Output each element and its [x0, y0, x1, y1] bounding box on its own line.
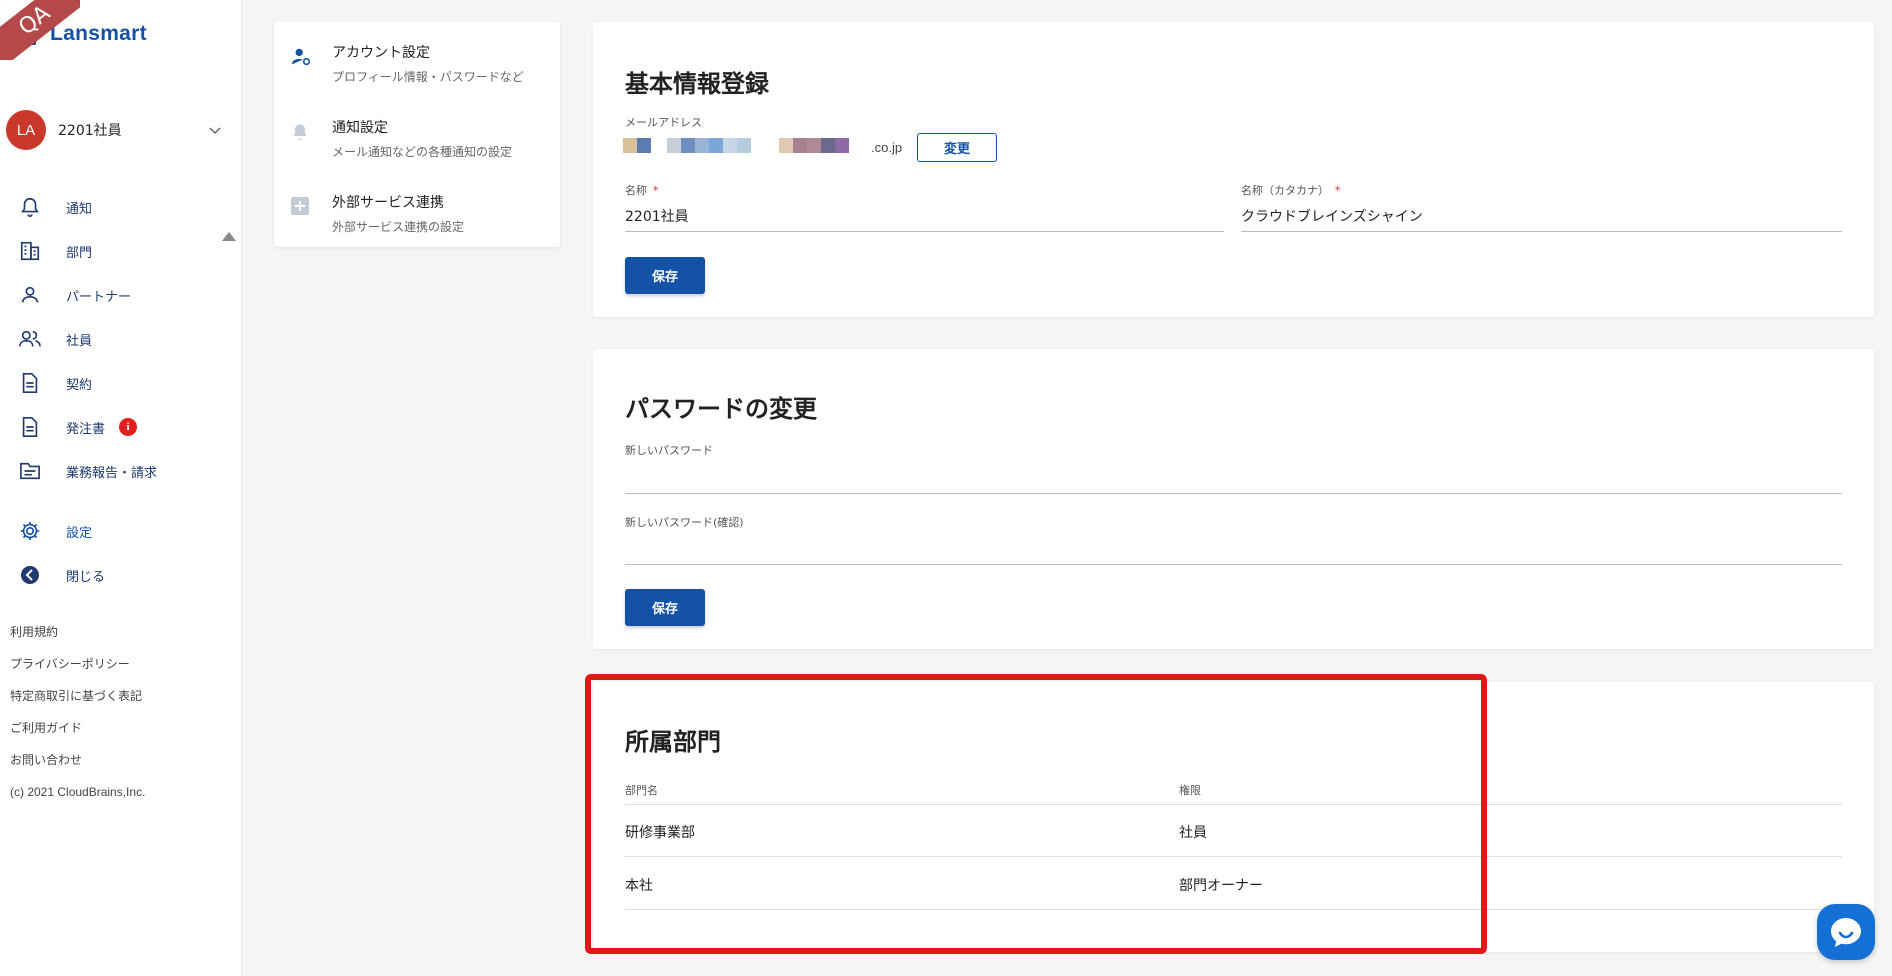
- table-cell-department: 本社: [625, 878, 653, 894]
- chat-button[interactable]: [1817, 904, 1875, 960]
- table-divider: [625, 856, 1842, 857]
- main-nav: 通知 部門 パートナー 社員 契約 発注書 i 業務報告・請求 設定 閉じる: [0, 185, 218, 597]
- settings-menu-external-services[interactable]: 外部サービス連携 外部サービス連携の設定: [274, 172, 560, 247]
- table-cell-department: 研修事業部: [625, 825, 695, 841]
- kana-label: 名称（カタカナ） *: [1241, 182, 1341, 198]
- email-domain: .co.jp: [871, 140, 903, 155]
- kana-field-underline: [1241, 231, 1842, 232]
- nav-item-purchase-orders[interactable]: 発注書 i: [0, 405, 218, 449]
- nav-item-contracts[interactable]: 契約: [0, 361, 218, 405]
- settings-menu-notifications[interactable]: 通知設定 メール通知などの各種通知の設定: [274, 97, 560, 172]
- bell-icon: [290, 121, 312, 143]
- menu-title: 外部サービス連携: [332, 195, 444, 211]
- nav-label: 部門: [66, 245, 93, 261]
- nav-label: 社員: [66, 333, 93, 349]
- column-header-role: 権限: [1179, 784, 1201, 797]
- nav-item-departments[interactable]: 部門: [0, 229, 218, 273]
- required-mark: *: [653, 184, 659, 197]
- password-card: パスワードの変更 新しいパスワード 新しいパスワード(確認) 保存: [593, 349, 1874, 649]
- alert-badge: i: [119, 418, 138, 436]
- save-password-button[interactable]: 保存: [625, 589, 705, 626]
- basic-info-title: 基本情報登録: [625, 70, 769, 98]
- folder-icon: [18, 459, 42, 483]
- nav-item-partners[interactable]: パートナー: [0, 273, 218, 317]
- redacted-email: [623, 138, 849, 153]
- nav-item-close[interactable]: 閉じる: [0, 553, 218, 597]
- chat-icon: [1831, 918, 1861, 947]
- copyright: (c) 2021 CloudBrains,Inc.: [10, 785, 146, 799]
- settings-menu-account[interactable]: アカウント設定 プロフィール情報・パスワードなど: [274, 22, 560, 97]
- departments-card: 所属部門 部門名 権限 研修事業部 社員 本社 部門オーナー: [593, 682, 1874, 952]
- plus-box-icon: [290, 196, 312, 218]
- scroll-up-arrow-icon[interactable]: [222, 232, 236, 241]
- name-field[interactable]: 2201社員: [625, 206, 689, 226]
- email-label: メールアドレス: [625, 116, 702, 129]
- new-password-field[interactable]: [625, 493, 1842, 494]
- people-icon: [18, 327, 42, 351]
- table-cell-role: 社員: [1179, 825, 1207, 841]
- account-settings-icon: [290, 46, 312, 68]
- qa-ribbon-label: QA: [0, 0, 80, 60]
- confirm-password-label: 新しいパスワード(確認): [625, 516, 744, 529]
- nav-item-reports-billing[interactable]: 業務報告・請求: [0, 449, 218, 493]
- footer-link-terms[interactable]: 利用規約: [10, 616, 145, 648]
- person-icon: [18, 283, 42, 307]
- kana-field[interactable]: クラウドブレインズシャイン: [1241, 206, 1423, 226]
- table-cell-role: 部門オーナー: [1179, 878, 1263, 894]
- gear-icon: [18, 519, 42, 543]
- footer-link-contact[interactable]: お問い合わせ: [10, 744, 145, 776]
- nav-label: パートナー: [66, 289, 132, 305]
- menu-subtitle: 外部サービス連携の設定: [332, 220, 465, 234]
- user-menu[interactable]: LA 2201社員: [6, 110, 228, 150]
- table-divider: [625, 909, 1842, 910]
- avatar: LA: [6, 110, 46, 150]
- building-icon: [18, 239, 42, 263]
- change-email-button[interactable]: 変更: [917, 133, 997, 162]
- departments-title: 所属部門: [625, 728, 721, 756]
- document-icon: [18, 371, 42, 395]
- bell-icon: [18, 195, 42, 219]
- save-basic-info-button[interactable]: 保存: [625, 257, 705, 294]
- menu-subtitle: メール通知などの各種通知の設定: [332, 145, 513, 159]
- nav-item-notifications[interactable]: 通知: [0, 185, 218, 229]
- name-label-text: 名称: [625, 184, 647, 197]
- basic-info-card: 基本情報登録 メールアドレス .co.jp 変更 名称 * 2201社員 名称（カ…: [593, 22, 1874, 317]
- nav-label: 閉じる: [66, 569, 106, 585]
- name-label: 名称 *: [625, 182, 659, 198]
- sidebar: QA Lansmart LA 2201社員 通知 部門 パートナー 社員 契約 …: [0, 0, 242, 976]
- menu-title: アカウント設定: [332, 45, 430, 61]
- footer-link-guide[interactable]: ご利用ガイド: [10, 712, 145, 744]
- kana-label-text: 名称（カタカナ）: [1241, 184, 1329, 197]
- new-password-label: 新しいパスワード: [625, 444, 713, 457]
- chevron-down-icon: [209, 127, 221, 135]
- footer-link-privacy[interactable]: プライバシーポリシー: [10, 648, 145, 680]
- document-icon: [18, 415, 42, 439]
- nav-item-employees[interactable]: 社員: [0, 317, 218, 361]
- password-title: パスワードの変更: [625, 395, 817, 423]
- qa-ribbon: QA: [0, 0, 80, 60]
- nav-label: 業務報告・請求: [66, 465, 158, 481]
- menu-subtitle: プロフィール情報・パスワードなど: [332, 70, 524, 84]
- table-divider: [625, 804, 1842, 805]
- nav-label: 設定: [66, 525, 93, 541]
- nav-label: 通知: [66, 201, 93, 217]
- footer-links: 利用規約 プライバシーポリシー 特定商取引に基づく表記 ご利用ガイド お問い合わ…: [10, 616, 145, 808]
- user-name: 2201社員: [58, 123, 122, 139]
- confirm-password-field[interactable]: [625, 564, 1842, 565]
- name-field-underline: [625, 231, 1224, 232]
- nav-item-settings[interactable]: 設定: [0, 509, 218, 553]
- menu-title: 通知設定: [332, 120, 388, 136]
- arrow-left-circle-icon: [18, 563, 42, 587]
- footer-link-commercial-law[interactable]: 特定商取引に基づく表記: [10, 680, 145, 712]
- required-mark: *: [1335, 184, 1341, 197]
- nav-label: 契約: [66, 377, 93, 393]
- column-header-department: 部門名: [625, 784, 658, 797]
- nav-label: 発注書: [66, 421, 106, 437]
- settings-menu: アカウント設定 プロフィール情報・パスワードなど 通知設定 メール通知などの各種…: [274, 22, 560, 247]
